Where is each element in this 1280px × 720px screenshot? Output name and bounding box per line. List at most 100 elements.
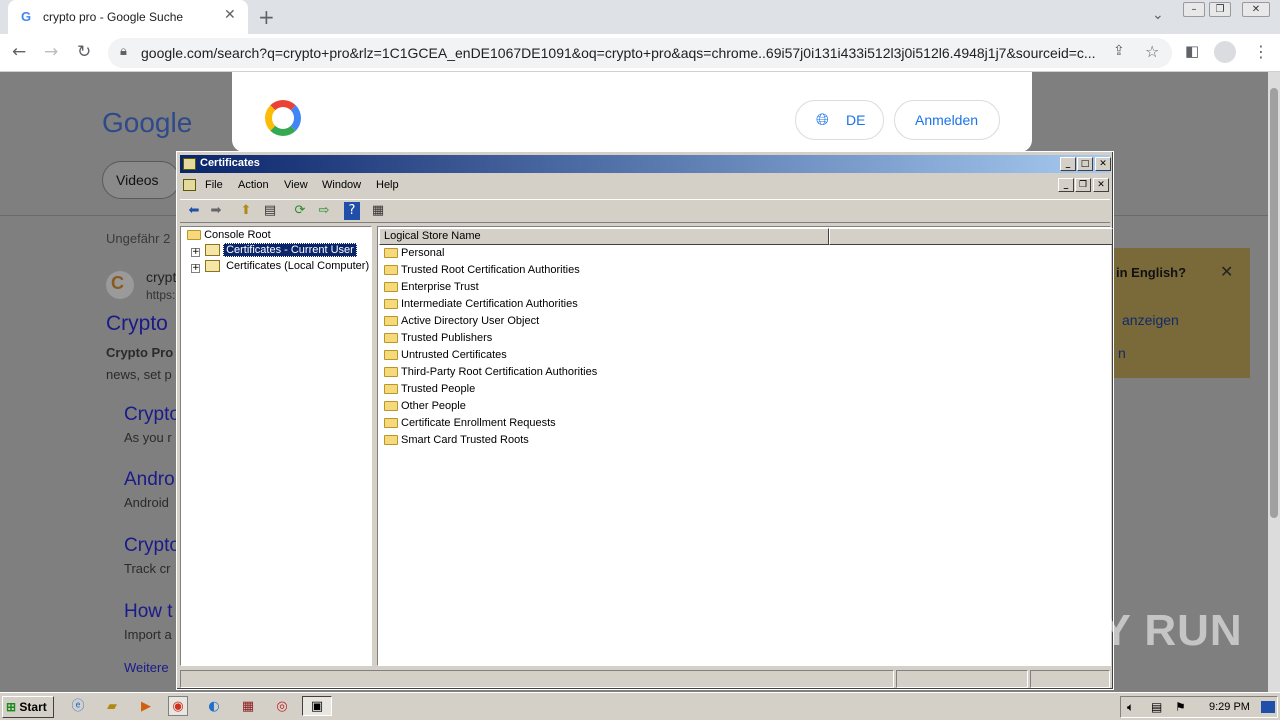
edge-icon[interactable]: ◐ (204, 697, 224, 717)
reload-icon[interactable]: ↻ (77, 42, 91, 62)
result-title[interactable]: Crypto (106, 312, 168, 336)
store-row[interactable]: Third-Party Root Certification Authoriti… (384, 364, 597, 381)
forward-icon[interactable]: ➡ (206, 202, 226, 220)
menu-window[interactable]: Window (322, 179, 361, 191)
winrar-icon[interactable]: ▦ (238, 697, 258, 717)
store-row[interactable]: Untrusted Certificates (384, 347, 507, 364)
restore-browser-button[interactable]: ❐ (1209, 2, 1231, 17)
profile-avatar-icon[interactable] (1214, 41, 1236, 63)
site-name: crypt (146, 269, 177, 285)
store-row[interactable]: Trusted Root Certification Authorities (384, 262, 580, 279)
up-folder-icon[interactable]: ⬆ (236, 202, 256, 220)
tree-certificates-local-computer[interactable]: Certificates (Local Computer) (205, 260, 369, 273)
column-logical-store-name[interactable]: Logical Store Name (379, 228, 829, 245)
lang-link[interactable]: anzeigen (1122, 312, 1179, 328)
media-player-icon[interactable]: ▶ (136, 697, 156, 717)
menu-view[interactable]: View (284, 179, 308, 191)
folder-icon (384, 384, 398, 395)
new-tab-button[interactable]: + (258, 5, 275, 29)
minimize-button[interactable]: _ (1060, 157, 1076, 171)
chrome-menu-icon[interactable]: ⋮ (1253, 42, 1269, 61)
menu-file[interactable]: File (205, 179, 223, 191)
store-row[interactable]: Intermediate Certification Authorities (384, 296, 578, 313)
language-button[interactable]: 🌐︎ DE (795, 100, 884, 140)
sitelink-snippet: Android (124, 495, 169, 510)
sign-in-button[interactable]: Anmelden (894, 100, 1000, 140)
store-row[interactable]: Smart Card Trusted Roots (384, 432, 529, 449)
back-arrow-icon[interactable]: ← (12, 42, 26, 62)
window-title-bar[interactable]: Certificates _ □ ✕ (180, 155, 1111, 173)
child-close-button[interactable]: ✕ (1093, 178, 1109, 192)
sitelink-title[interactable]: Crypto (124, 535, 180, 557)
sitelink-title[interactable]: Crypto (124, 404, 180, 426)
refresh-icon[interactable]: ⟳ (290, 202, 310, 220)
store-row[interactable]: Other People (384, 398, 466, 415)
bookmark-star-icon[interactable]: ☆ (1145, 42, 1159, 61)
tab-title: crypto pro - Google Suche (43, 10, 184, 24)
expand-icon[interactable]: + (191, 248, 200, 257)
chrome-taskbar-icon[interactable]: ◉ (168, 696, 188, 716)
show-tree-icon[interactable]: ▤ (260, 202, 280, 220)
child-minimize-button[interactable]: _ (1058, 178, 1074, 192)
share-icon[interactable]: ⇪ (1113, 43, 1125, 59)
folder-icon (384, 333, 398, 344)
child-restore-button[interactable]: ❐ (1075, 178, 1091, 192)
mmc-app-icon (183, 158, 196, 170)
volume-icon[interactable]: 🔈︎ (1127, 700, 1134, 715)
status-bar (180, 670, 1110, 688)
flag-icon[interactable]: ⚑ (1175, 700, 1186, 714)
store-row[interactable]: Certificate Enrollment Requests (384, 415, 556, 432)
clock[interactable]: 9:29 PM (1209, 701, 1250, 713)
start-label: Start (19, 700, 47, 714)
site-url: https: (146, 288, 176, 302)
explorer-folder-icon[interactable]: ▰ (102, 697, 122, 717)
tree-certificates-current-user[interactable]: Certificates - Current User (205, 243, 357, 257)
forward-arrow-icon[interactable]: → (44, 42, 58, 62)
sitelink-title[interactable]: How t (124, 601, 173, 623)
side-panel-icon[interactable]: ◧ (1185, 42, 1199, 60)
app-icon[interactable]: ◎ (272, 697, 292, 717)
minimize-browser-button[interactable]: – (1183, 2, 1205, 17)
internet-explorer-icon[interactable]: ⓔ (68, 697, 88, 717)
network-icon[interactable]: ▤ (1151, 700, 1162, 714)
show-desktop-icon[interactable] (1261, 701, 1275, 713)
google-favicon-icon: G (21, 9, 32, 24)
mmc-taskbar-button[interactable]: ▣ (302, 696, 332, 716)
lang-link[interactable]: n (1118, 345, 1126, 361)
maximize-button[interactable]: □ (1077, 157, 1093, 171)
tab-close-icon[interactable]: ✕ (224, 7, 236, 23)
google-logo[interactable]: Google (102, 107, 192, 139)
start-button[interactable]: ⊞ Start (2, 696, 54, 718)
page-scrollbar[interactable] (1268, 72, 1280, 692)
back-icon[interactable]: ⬅ (184, 202, 204, 220)
scrollbar-thumb[interactable] (1270, 88, 1278, 518)
close-button[interactable]: ✕ (1095, 157, 1111, 171)
close-browser-button[interactable]: ✕ (1242, 2, 1270, 17)
folder-icon (384, 282, 398, 293)
store-row[interactable]: Enterprise Trust (384, 279, 479, 296)
close-icon[interactable]: ✕ (1220, 262, 1233, 282)
menu-help[interactable]: Help (376, 179, 399, 191)
lock-icon[interactable]: 🔒︎ (120, 44, 127, 59)
sitelink-snippet: Import a (124, 627, 172, 642)
store-row[interactable]: Personal (384, 245, 444, 262)
url-text[interactable]: google.com/search?q=crypto+pro&rlz=1C1GC… (141, 45, 1106, 61)
help-icon[interactable]: ? (344, 202, 360, 220)
menu-action[interactable]: Action (238, 179, 269, 191)
properties-icon[interactable]: ▦ (368, 202, 388, 220)
store-row[interactable]: Active Directory User Object (384, 313, 539, 330)
browser-tab[interactable]: G crypto pro - Google Suche ✕ (8, 0, 248, 34)
tree-console-root[interactable]: Console Root (187, 229, 271, 241)
export-list-icon[interactable]: ⇨ (314, 202, 334, 220)
tab-search-chevron-icon[interactable]: ⌄ (1152, 7, 1164, 23)
store-row[interactable]: Trusted People (384, 381, 475, 398)
column-empty[interactable] (829, 228, 1113, 245)
expand-icon[interactable]: + (191, 264, 200, 273)
store-row[interactable]: Trusted Publishers (384, 330, 492, 347)
sign-in-label: Anmelden (915, 112, 979, 128)
store-name: Personal (401, 247, 445, 259)
system-tray: 🔈︎ ▤ ⚑ 9:29 PM (1120, 696, 1278, 718)
store-name: Trusted Publishers (401, 332, 493, 344)
more-results-link[interactable]: Weitere (124, 660, 169, 675)
sitelink-title[interactable]: Andro (124, 469, 175, 491)
